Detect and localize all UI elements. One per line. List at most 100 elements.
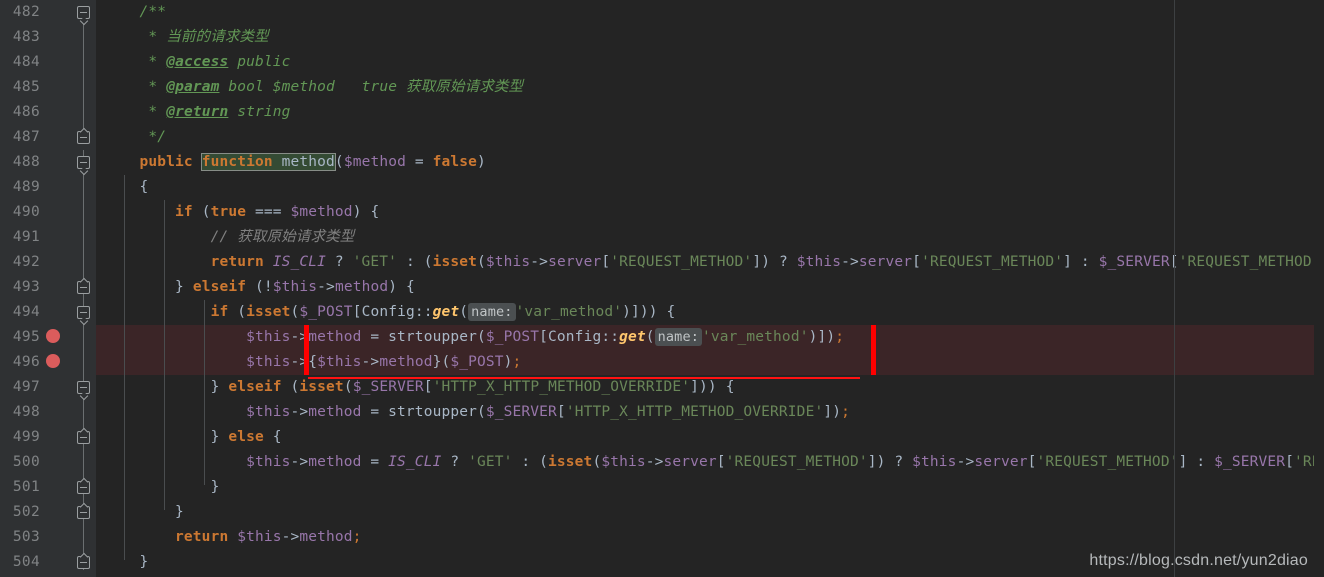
fold-marker-collapse-494[interactable] (77, 306, 90, 319)
code-line-484[interactable]: * @access public (96, 50, 1324, 75)
editor-right-edge (1314, 0, 1324, 577)
token-assign: = (361, 329, 389, 345)
code-line-488[interactable]: public function method($method = false) (96, 150, 1324, 175)
breakpoint-line-496[interactable] (46, 354, 60, 368)
code-line-501[interactable]: } (96, 475, 1324, 500)
code-line-487[interactable]: */ (96, 125, 1324, 150)
token-semicolon: ; (352, 529, 362, 545)
token-param-type: bool (228, 79, 264, 95)
token-var-this: $this (912, 454, 957, 470)
token-brace-close: } (210, 479, 220, 495)
token-brace-open: { (666, 304, 676, 320)
code-line-482[interactable]: /** (96, 0, 1324, 25)
gutter-row: 492 (0, 250, 96, 275)
code-line-491[interactable]: // 获取原始请求类型 (96, 225, 1324, 250)
token-arrow: -> (290, 404, 309, 420)
code-line-486[interactable]: * @return string (96, 100, 1324, 125)
token-class-config: Config (361, 304, 415, 320)
token-doc-star: * (148, 54, 158, 70)
fold-marker-collapse-482[interactable] (77, 6, 90, 19)
token-kw-else: else (228, 429, 264, 445)
token-brace-open: { (725, 379, 735, 395)
token-op-identical: === (246, 204, 291, 220)
token-str-request-method: 'REQUEST_METHOD' (921, 254, 1064, 270)
fold-marker-collapse-488[interactable] (77, 156, 90, 169)
fold-marker-collapse-493[interactable] (77, 281, 90, 294)
token-return-type: string (237, 104, 291, 120)
code-content-area[interactable]: /** * 当前的请求类型 * @access public * @param … (96, 0, 1324, 577)
code-line-495[interactable]: $this->method = strtoupper($_POST[Config… (96, 325, 1324, 350)
token-prop-server: server (548, 254, 602, 270)
token-arrow: -> (281, 529, 300, 545)
code-line-503[interactable]: return $this->method; (96, 525, 1324, 550)
token-kw-isset: isset (432, 254, 477, 270)
token-var-this: $this (246, 329, 291, 345)
code-line-498[interactable]: $this->method = strtoupper($_SERVER['HTT… (96, 400, 1324, 425)
token-brace-close: } (139, 554, 149, 570)
code-line-490[interactable]: if (true === $method) { (96, 200, 1324, 225)
token-arrow: -> (645, 454, 664, 470)
token-doc-star: * (148, 79, 158, 95)
token-arrow: -> (530, 254, 549, 270)
gutter-row: 500 (0, 450, 96, 475)
token-doc-desc: 当前的请求类型 (166, 29, 269, 45)
code-line-489[interactable]: { (96, 175, 1324, 200)
code-line-493[interactable]: } elseif (!$this->method) { (96, 275, 1324, 300)
caret-identifier-highlight: function method (200, 153, 336, 171)
fold-marker-collapse-504[interactable] (77, 556, 90, 569)
line-number: 486 (12, 104, 40, 120)
code-line-494[interactable]: if (isset($_POST[Config::get(name:'var_m… (96, 300, 1324, 325)
fold-marker-collapse-487[interactable] (77, 131, 90, 144)
token-var-post-global: $_POST (299, 304, 353, 320)
token-str-var-method: 'var_method' (515, 304, 623, 320)
token-fn-strtoupper: strtoupper (388, 404, 477, 420)
line-number: 501 (12, 479, 40, 495)
token-tag-return: @return (166, 104, 229, 120)
token-method-get: get (619, 329, 646, 345)
code-line-492[interactable]: return IS_CLI ? 'GET' : (isset($this->se… (96, 250, 1324, 275)
token-access-value: public (237, 54, 291, 70)
token-tag-access: @access (166, 54, 229, 70)
token-prop-method: method (308, 454, 362, 470)
breakpoint-line-495[interactable] (46, 329, 60, 343)
token-var-this: $this (246, 404, 291, 420)
token-prop-method: method (299, 529, 353, 545)
token-kw-if: if (210, 304, 229, 320)
line-number: 493 (12, 279, 40, 295)
token-var-this: $this (601, 454, 646, 470)
token-str-var-method: 'var_method' (702, 329, 809, 345)
editor-gutter[interactable]: 482 483 484 485 486 487 488 489 490 491 … (0, 0, 96, 577)
token-var-server-global: $_SERVER (352, 379, 424, 395)
token-var-method: $method (290, 204, 353, 220)
token-str-request-method: 'REQUEST_METHOD' (1178, 254, 1321, 270)
token-tag-param: @param (166, 79, 220, 95)
token-str-http-override: 'HTTP_X_HTTP_METHOD_OVERRIDE' (565, 404, 824, 420)
code-line-502[interactable]: } (96, 500, 1324, 525)
token-kw-true: true (210, 204, 247, 220)
code-editor[interactable]: 482 483 484 485 486 487 488 489 490 491 … (0, 0, 1324, 577)
code-line-499[interactable]: } else { (96, 425, 1324, 450)
token-arrow: -> (841, 254, 859, 270)
code-line-500[interactable]: $this->method = IS_CLI ? 'GET' : (isset(… (96, 450, 1324, 475)
code-line-496[interactable]: $this->{$this->method}($_POST); (96, 350, 1324, 375)
indent-guide (124, 175, 125, 560)
gutter-row: 484 (0, 50, 96, 75)
token-assign: = (405, 154, 433, 170)
token-brace-open: { (272, 429, 282, 445)
token-var-this: $this (485, 254, 531, 270)
fold-marker-collapse-497[interactable] (77, 381, 90, 394)
token-str-request-method: 'REQUEST_METHOD' (725, 454, 868, 470)
gutter-row: 486 (0, 100, 96, 125)
token-brace-open: { (405, 279, 415, 295)
fold-marker-collapse-499[interactable] (77, 431, 90, 444)
code-line-483[interactable]: * 当前的请求类型 (96, 25, 1324, 50)
fold-marker-collapse-502[interactable] (77, 506, 90, 519)
token-scope-resolution: :: (601, 329, 620, 345)
line-number: 487 (12, 129, 40, 145)
code-line-485[interactable]: * @param bool $method true 获取原始请求类型 (96, 75, 1324, 100)
line-number: 503 (12, 529, 40, 545)
token-semicolon: ; (841, 404, 850, 420)
fold-marker-collapse-501[interactable] (77, 481, 90, 494)
token-var-this: $this (796, 254, 842, 270)
gutter-row: 490 (0, 200, 96, 225)
